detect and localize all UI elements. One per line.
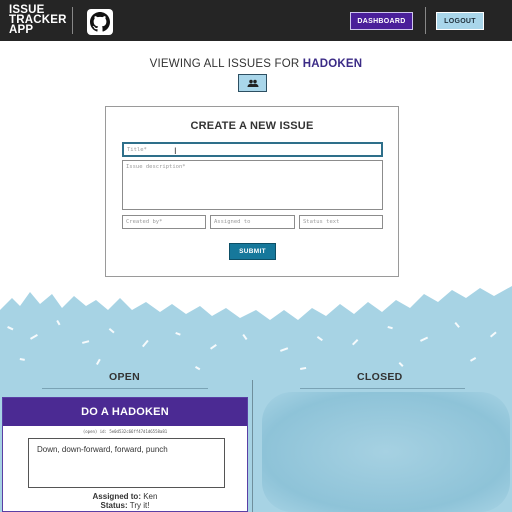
text-cursor-icon: I: [174, 147, 177, 157]
status-label: Status:: [100, 501, 128, 510]
closed-column-rule: [300, 388, 465, 389]
new-issue-form: CREATE A NEW ISSUE Title* Issue descript…: [105, 106, 399, 277]
issue-card[interactable]: DO A HADOKEN (open) id: 5e0d532c66ff47d1…: [2, 397, 248, 512]
column-divider: [252, 380, 253, 512]
issue-description: Down, down-forward, forward, punch: [28, 438, 225, 488]
top-navbar: ISSUE TRACKER APP DASHBOARD LOGOUT: [0, 0, 512, 41]
page-title: VIEWING ALL ISSUES FOR HADOKEN: [0, 58, 512, 70]
logout-button[interactable]: LOGOUT: [436, 12, 484, 30]
issue-title-input[interactable]: Title*: [122, 142, 383, 157]
project-users-button[interactable]: [238, 74, 267, 92]
page-title-prefix: VIEWING ALL ISSUES FOR: [149, 58, 300, 70]
closed-issues-dropzone: [262, 392, 510, 512]
open-column-rule: [42, 388, 208, 389]
users-icon: [247, 79, 258, 87]
project-name: HADOKEN: [302, 58, 363, 70]
issue-id: (open) id: 5e0d532c66ff47d1d6558a81: [82, 429, 168, 434]
issue-title: DO A HADOKEN: [3, 398, 247, 426]
app-logo[interactable]: ISSUE TRACKER APP: [9, 4, 67, 36]
assigned-label: Assigned to:: [92, 492, 141, 501]
form-title: CREATE A NEW ISSUE: [190, 120, 314, 132]
github-icon: [90, 12, 110, 32]
open-column-heading: OPEN: [109, 371, 140, 383]
nav-divider-right: [425, 7, 426, 34]
assigned-value: Ken: [143, 492, 158, 501]
issue-description-textarea[interactable]: Issue description*: [122, 160, 383, 210]
closed-column-heading: CLOSED: [357, 371, 403, 383]
created-by-input[interactable]: Created by*: [122, 215, 206, 229]
issue-status: Status: Try it!: [3, 501, 247, 510]
assigned-to-input[interactable]: Assigned to: [210, 215, 295, 229]
submit-button[interactable]: SUBMIT: [229, 243, 276, 260]
nav-divider: [72, 7, 73, 34]
dashboard-button[interactable]: DASHBOARD: [350, 12, 413, 30]
brand-line-3: APP: [9, 24, 34, 36]
issue-assigned: Assigned to: Ken: [3, 492, 247, 501]
status-value: Try it!: [129, 501, 150, 510]
github-link[interactable]: [87, 9, 113, 35]
status-text-input[interactable]: Status text: [299, 215, 383, 229]
